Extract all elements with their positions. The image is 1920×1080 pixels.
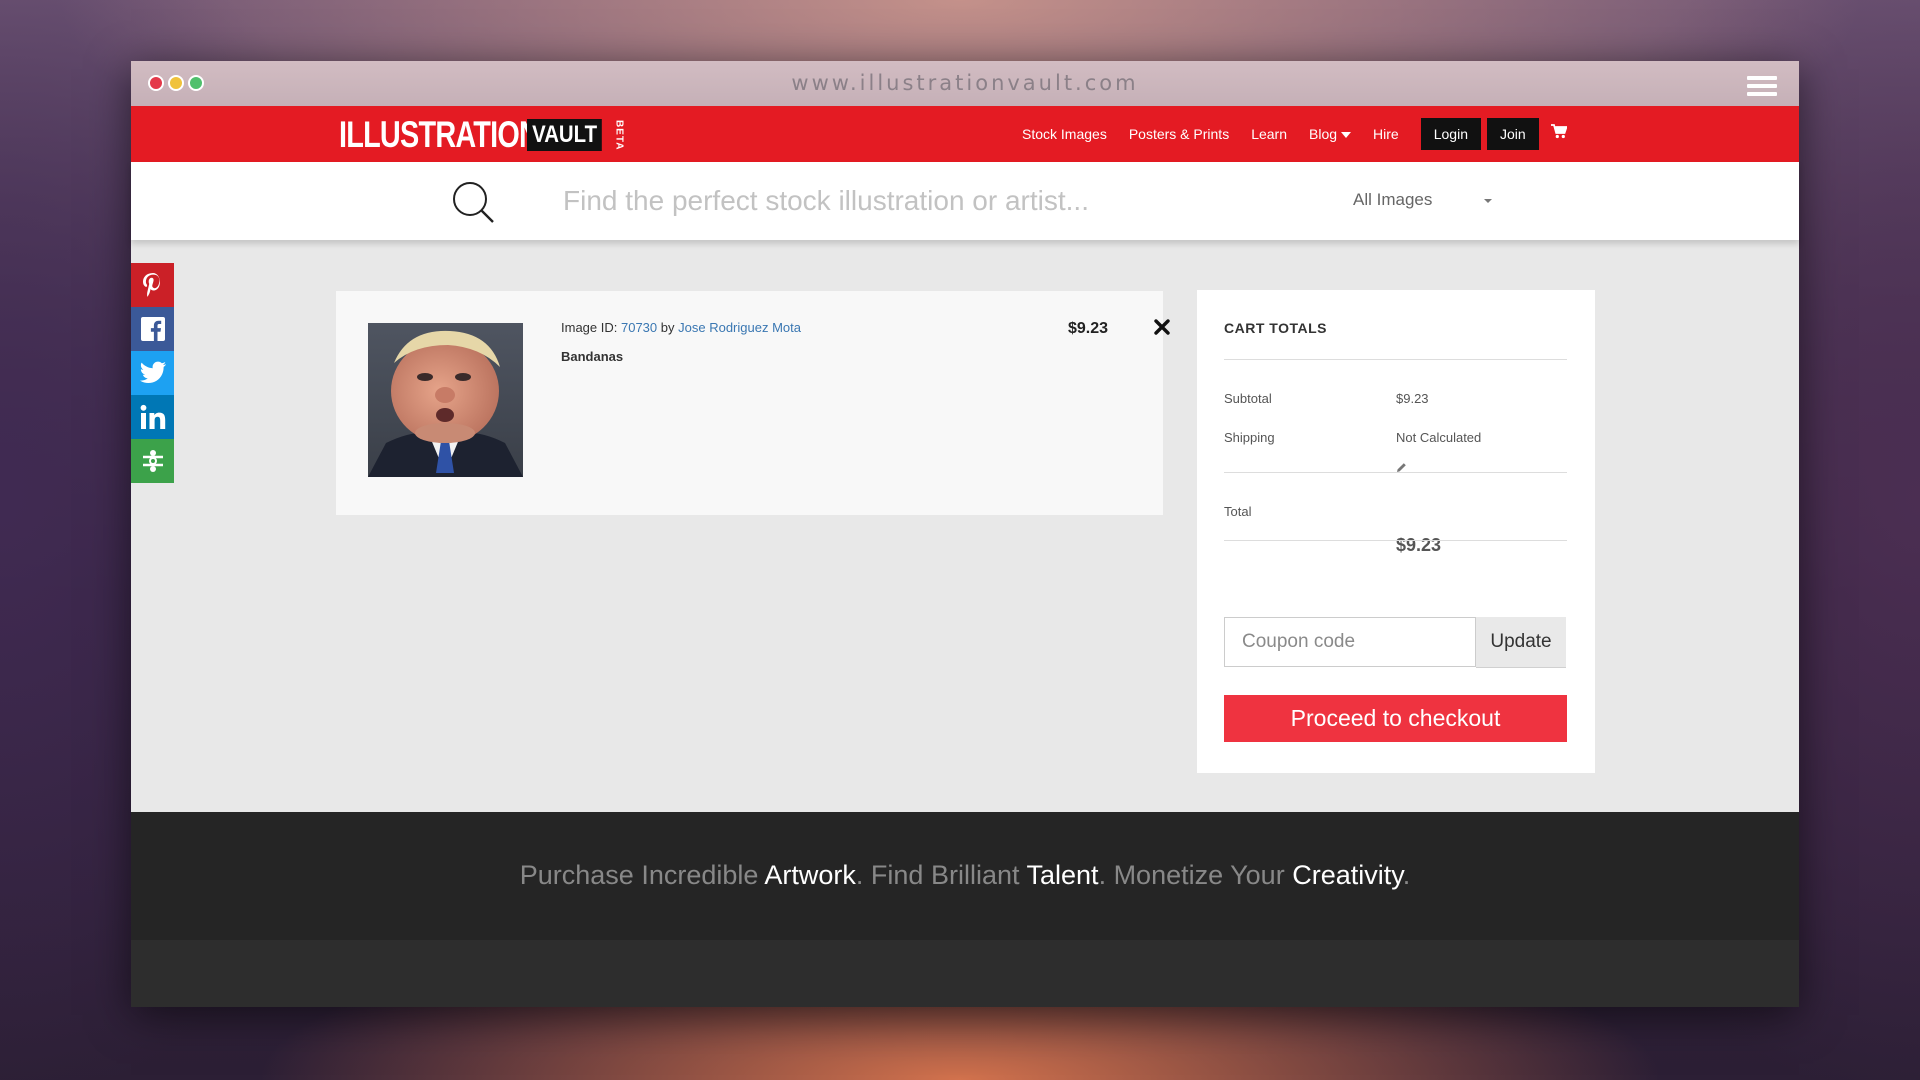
twitter-icon — [139, 361, 166, 383]
subtotal-label: Subtotal — [1224, 391, 1272, 406]
address-bar-url[interactable]: www.illustrationvault.com — [131, 71, 1799, 95]
cart-totals-panel: CART TOTALS Subtotal $9.23 Shipping Not … — [1197, 290, 1595, 773]
nav-hire[interactable]: Hire — [1373, 126, 1399, 142]
image-id-link[interactable]: 70730 — [621, 320, 657, 335]
total-label: Total — [1224, 504, 1252, 519]
total-value: $9.23 — [1396, 535, 1442, 555]
facebook-share-button[interactable] — [131, 307, 174, 351]
coupon-code-input[interactable] — [1224, 617, 1476, 667]
site-logo[interactable]: ILLUSTRATION VAULT BETA — [339, 114, 625, 155]
item-title: Bandanas — [561, 349, 624, 364]
main-nav: Stock Images Posters & Prints Learn Blog… — [1022, 106, 1568, 162]
search-icon[interactable] — [451, 180, 497, 231]
linkedin-share-button[interactable] — [131, 395, 174, 439]
nav-blog-dropdown[interactable]: Blog — [1309, 126, 1352, 142]
shipping-label: Shipping — [1224, 430, 1275, 445]
pinterest-icon — [142, 273, 160, 297]
site-navbar: ILLUSTRATION VAULT BETA Stock Images Pos… — [131, 106, 1799, 162]
footer-bottom-band — [131, 940, 1799, 1007]
divider — [1224, 359, 1567, 360]
tagline-creativity: Creativity — [1292, 860, 1403, 890]
close-x-icon — [1154, 319, 1170, 335]
tagline-artwork: Artwork — [764, 860, 856, 890]
share-more-icon — [142, 450, 163, 472]
tagline-part-2: . Find Brilliant — [855, 860, 1027, 890]
cart-line-item: Image ID: 70730 by Jose Rodriguez Mota B… — [336, 291, 1170, 515]
edit-shipping-pencil-icon[interactable] — [1396, 460, 1407, 478]
subtotal-value: $9.23 — [1396, 391, 1429, 406]
caret-down-icon — [1341, 132, 1352, 139]
logo-beta-label: BETA — [613, 119, 625, 151]
divider — [1224, 540, 1567, 541]
divider — [1224, 472, 1567, 473]
artist-link[interactable]: Jose Rodriguez Mota — [678, 320, 801, 335]
cart-icon[interactable] — [1550, 124, 1568, 144]
facebook-icon — [140, 317, 165, 341]
by-label: by — [660, 320, 675, 335]
pinterest-share-button[interactable] — [131, 263, 174, 307]
join-button[interactable]: Join — [1486, 118, 1539, 150]
caret-down-icon[interactable] — [1484, 199, 1492, 203]
item-price: $9.23 — [1068, 320, 1109, 337]
item-thumbnail[interactable] — [368, 323, 523, 477]
cart-totals-title: CART TOTALS — [1224, 320, 1327, 336]
image-id-label: Image ID: — [561, 320, 618, 335]
browser-window: www.illustrationvault.com ILLUSTRATION V… — [131, 61, 1799, 1007]
footer-tagline: Purchase Incredible Artwork. Find Brilli… — [131, 860, 1799, 891]
login-button[interactable]: Login — [1420, 118, 1481, 150]
proceed-to-checkout-button[interactable]: Proceed to checkout — [1224, 695, 1567, 742]
tagline-talent: Talent — [1026, 860, 1099, 890]
item-meta: Image ID: 70730 by Jose Rodriguez Mota — [561, 320, 801, 335]
shipping-value: Not Calculated — [1396, 430, 1482, 445]
search-bar: All Images — [131, 162, 1799, 240]
category-select[interactable]: All Images — [1353, 190, 1432, 210]
tagline-part-4: . — [1402, 860, 1411, 890]
logo-vault-badge: VAULT — [527, 119, 603, 151]
remove-item-button[interactable] — [1154, 319, 1170, 339]
tagline-part-1: Purchase Incredible — [519, 860, 765, 890]
nav-posters-prints[interactable]: Posters & Prints — [1129, 126, 1229, 142]
nav-learn[interactable]: Learn — [1251, 126, 1287, 142]
more-share-button[interactable] — [131, 439, 174, 483]
logo-wordmark: ILLUSTRATION — [339, 114, 540, 155]
twitter-share-button[interactable] — [131, 351, 174, 395]
nav-stock-images[interactable]: Stock Images — [1022, 126, 1107, 142]
window-titlebar: www.illustrationvault.com — [131, 61, 1799, 106]
social-share-bar — [131, 263, 174, 483]
search-input[interactable] — [561, 178, 1205, 224]
tagline-part-3: . Monetize Your — [1098, 860, 1293, 890]
linkedin-icon — [140, 404, 165, 429]
nav-blog-label: Blog — [1309, 126, 1338, 142]
hamburger-menu-icon[interactable] — [1747, 76, 1777, 96]
update-cart-button[interactable]: Update — [1476, 617, 1566, 667]
footer-tagline-band: Purchase Incredible Artwork. Find Brilli… — [131, 812, 1799, 940]
